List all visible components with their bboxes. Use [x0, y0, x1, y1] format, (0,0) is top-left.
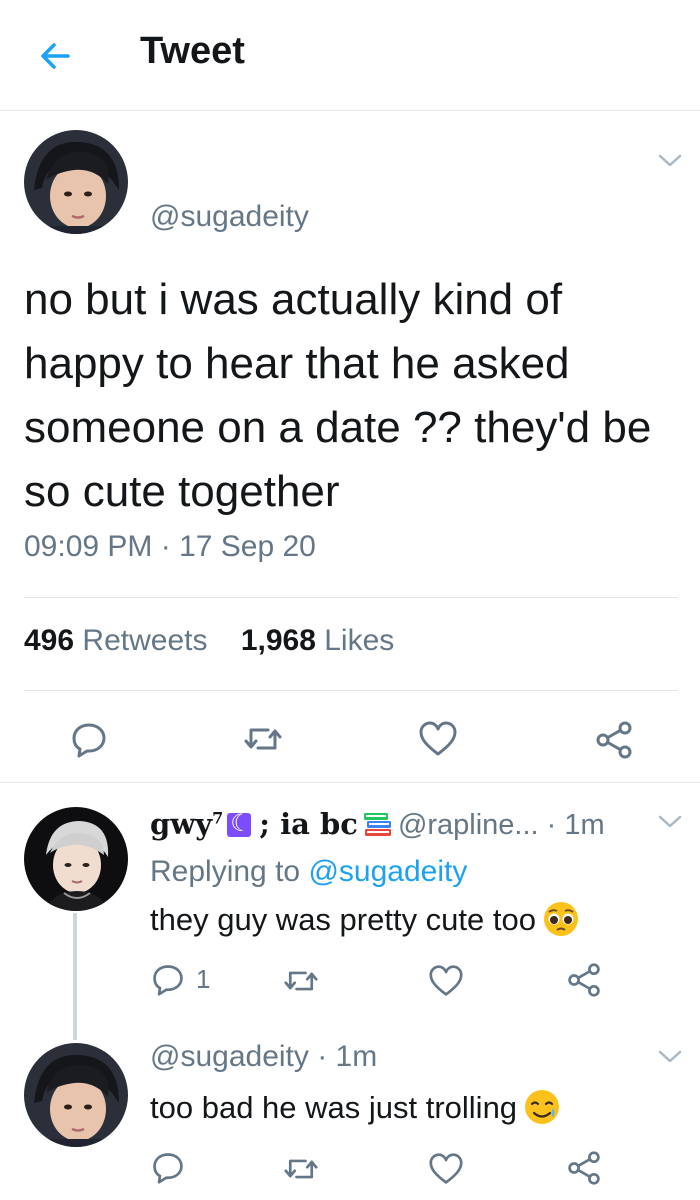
reply-text-body: they guy was pretty cute too — [150, 902, 536, 937]
avatar[interactable] — [24, 807, 128, 911]
chevron-down-icon[interactable] — [657, 152, 683, 170]
superscript: 7 — [212, 808, 224, 828]
retweet-icon — [284, 1159, 318, 1179]
books-emoji — [363, 813, 391, 836]
likes-label[interactable]: Likes — [324, 624, 394, 657]
share-button[interactable] — [566, 1150, 602, 1186]
share-icon — [568, 1151, 600, 1185]
reply-handle: @sugadeity — [150, 1040, 309, 1073]
avatar[interactable] — [24, 1043, 128, 1147]
replying-handle-link[interactable]: @sugadeity — [308, 855, 467, 888]
retweet-button[interactable] — [282, 1152, 320, 1186]
top-bar: Tweet — [0, 0, 700, 111]
reply-icon — [153, 1153, 183, 1184]
reply-handle: @rapline... — [397, 809, 539, 841]
reply-button[interactable] — [151, 1150, 185, 1184]
reply-header[interactable]: @sugadeity · 1m — [150, 1040, 377, 1074]
chevron-down-icon[interactable] — [657, 813, 683, 831]
pleading-face-emoji — [544, 902, 578, 936]
back-button[interactable] — [36, 36, 76, 76]
avatar[interactable] — [24, 130, 128, 234]
share-button[interactable] — [594, 720, 634, 760]
reply-time: · 1m — [546, 809, 605, 841]
retweet-icon — [284, 971, 318, 991]
like-icon — [429, 1153, 463, 1184]
share-button[interactable] — [566, 962, 602, 998]
share-icon — [568, 963, 600, 997]
tweet-timestamp: 09:09 PM · 17 Sep 20 — [24, 530, 316, 563]
smiling-face-with-tear-emoji — [525, 1090, 560, 1124]
page-title: Tweet — [140, 30, 245, 72]
tweet-stats: 496 Retweets 1,968 Likes — [24, 624, 394, 658]
replying-to: Replying to @sugadeity — [150, 855, 467, 889]
like-button[interactable] — [428, 1152, 464, 1186]
reply-count: 1 — [196, 964, 211, 994]
reply-text-body: too bad he was just trolling — [150, 1090, 518, 1125]
reply-text: too bad he was just trolling — [150, 1088, 561, 1126]
like-icon — [429, 965, 463, 996]
display-name: gwy — [150, 807, 213, 841]
retweet-button[interactable] — [242, 720, 284, 758]
reply-header[interactable]: gwy7 ☾ ; ia bc @rapline... · 1m — [150, 807, 605, 842]
reply-text: they guy was pretty cute too — [150, 900, 580, 938]
divider — [24, 690, 678, 691]
share-icon — [596, 721, 632, 759]
tweet-handle[interactable]: @sugadeity — [150, 200, 309, 234]
divider — [24, 597, 678, 598]
retweets-count[interactable]: 496 — [24, 624, 74, 657]
reply-icon — [72, 723, 106, 758]
reply-time: · 1m — [317, 1040, 378, 1073]
moon-emoji: ☾ — [227, 810, 252, 837]
retweets-label[interactable]: Retweets — [82, 624, 207, 657]
arrow-left-icon — [41, 43, 70, 69]
tweet-text: no but i was actually kind of happy to h… — [24, 275, 652, 516]
like-button[interactable] — [418, 720, 458, 758]
retweet-button[interactable] — [282, 964, 320, 998]
like-icon — [419, 721, 457, 756]
reply-button[interactable] — [70, 720, 108, 758]
likes-count[interactable]: 1,968 — [241, 624, 316, 657]
like-button[interactable] — [428, 964, 464, 998]
reply-button[interactable] — [151, 962, 185, 996]
divider — [0, 782, 700, 783]
display-name-suffix: ; ia bc — [259, 807, 358, 841]
chevron-down-icon[interactable] — [657, 1048, 683, 1066]
reply-icon — [153, 965, 183, 996]
replying-prefix: Replying to — [150, 855, 301, 888]
retweet-icon — [244, 728, 282, 750]
thread-line — [73, 913, 77, 1040]
